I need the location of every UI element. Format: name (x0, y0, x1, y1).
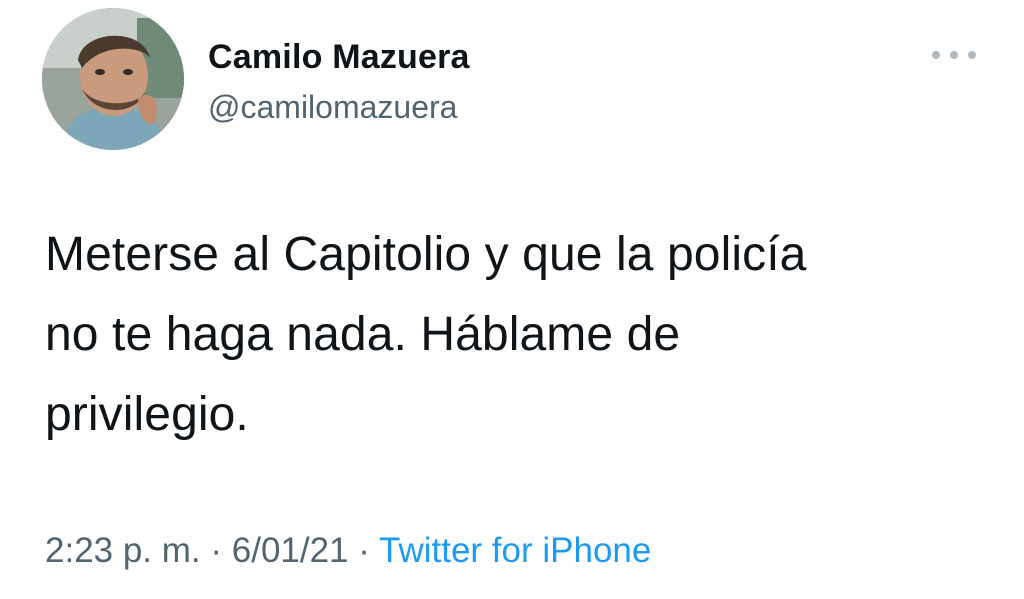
user-handle[interactable]: @camilomazuera (208, 86, 470, 128)
dot (968, 51, 976, 59)
tweet-date[interactable]: 6/01/21 (232, 531, 349, 570)
meta-separator: · (200, 531, 232, 570)
display-name[interactable]: Camilo Mazuera (208, 36, 470, 78)
more-options-icon[interactable] (932, 46, 976, 64)
tweet-source-link[interactable]: Twitter for iPhone (379, 531, 651, 570)
avatar[interactable] (42, 8, 184, 150)
tweet-card: Camilo Mazuera @camilomazuera Meterse al… (0, 0, 1024, 599)
tweet-text: Meterse al Capitolio y que la policía no… (45, 228, 807, 441)
tweet-time[interactable]: 2:23 p. m. (45, 531, 201, 570)
dot (932, 51, 940, 59)
meta-separator: · (348, 531, 380, 570)
user-header: Camilo Mazuera @camilomazuera (208, 36, 470, 128)
dot (950, 51, 958, 59)
tweet-meta: 2:23 p. m. · 6/01/21 · Twitter for iPhon… (45, 528, 651, 574)
avatar-photo (42, 8, 184, 150)
